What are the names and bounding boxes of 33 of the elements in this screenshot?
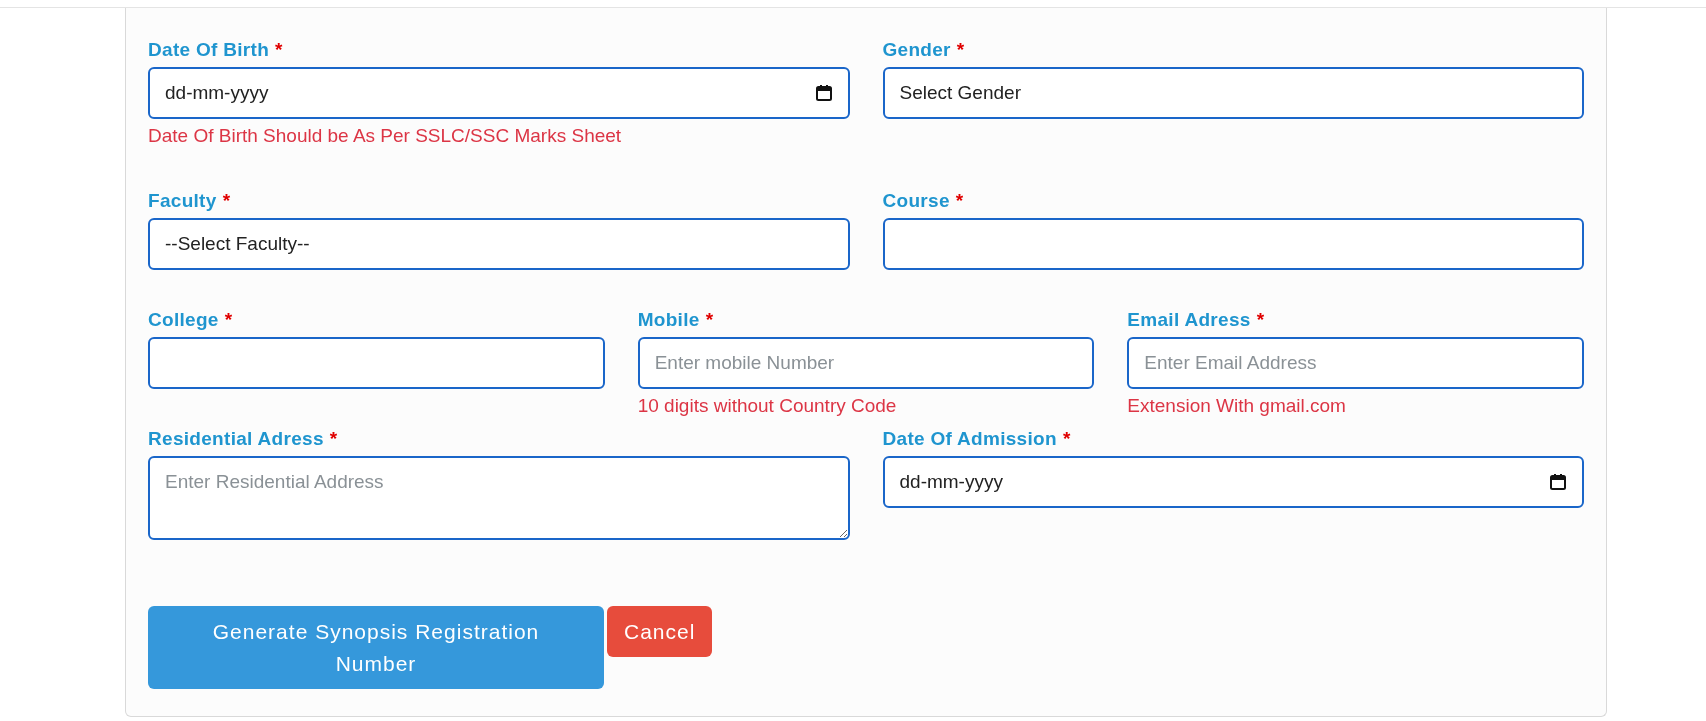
input-field[interactable]: Enter Email Address: [1127, 337, 1584, 389]
required-mark: *: [275, 37, 283, 62]
date-field[interactable]: dd-mm-yyyy: [148, 67, 850, 119]
required-mark: *: [1062, 426, 1071, 451]
required-mark: *: [329, 426, 338, 451]
date-field[interactable]: dd-mm-yyyy: [882, 456, 1584, 508]
calendar-icon[interactable]: [814, 84, 833, 102]
field-label: Gender: [882, 37, 951, 62]
required-mark: *: [222, 188, 231, 213]
required-mark: *: [956, 37, 965, 62]
field-label: Date Of Admission: [882, 426, 1057, 451]
field-label: Email Adress: [1127, 307, 1251, 332]
field-label: Date Of Birth: [148, 37, 270, 62]
select-field[interactable]: Select Gender: [882, 67, 1584, 119]
field-label: Residential Adress: [148, 426, 324, 451]
field-hint: Date Of Birth Should be As Per SSLC/SSC Marks Sheet: [148, 124, 623, 148]
field-hint: 10 digits without Country Code: [637, 394, 898, 418]
field-label: Course: [882, 188, 950, 213]
required-mark: *: [955, 188, 964, 213]
required-mark: *: [705, 307, 714, 332]
field-hint: Extension With gmail.com: [1127, 394, 1347, 418]
select-field[interactable]: [882, 218, 1584, 270]
required-mark: *: [224, 307, 233, 332]
calendar-icon[interactable]: [1549, 473, 1567, 491]
select-field[interactable]: --Select Faculty--: [148, 218, 850, 270]
required-mark: *: [1256, 307, 1265, 332]
input-field[interactable]: [148, 337, 605, 389]
input-field[interactable]: Enter mobile Number: [637, 337, 1095, 389]
field-label: Faculty: [148, 188, 217, 213]
field-label: College: [148, 307, 219, 332]
cancel-button[interactable]: Cancel: [607, 606, 713, 657]
field-label: Mobile: [637, 307, 700, 332]
text-area[interactable]: Enter Residential Address: [148, 456, 850, 540]
